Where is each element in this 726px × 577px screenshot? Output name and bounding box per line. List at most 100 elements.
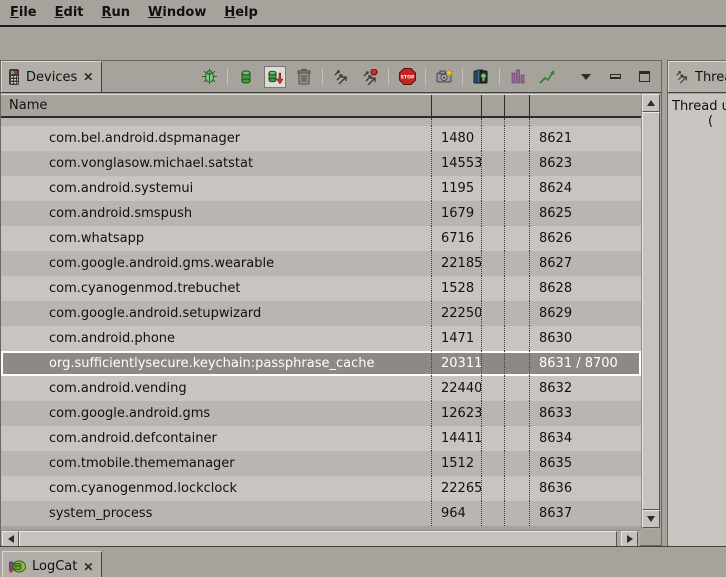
process-name: com.tmobile.thememanager: [1, 451, 431, 476]
process-status-1: [481, 501, 504, 526]
process-pid: 22440: [431, 376, 481, 401]
process-port: 8625: [529, 201, 641, 226]
screen-capture-camera-icon[interactable]: [433, 66, 455, 88]
toolbar-separator: [425, 68, 426, 85]
table-row[interactable]: com.android.systemui11958624: [1, 176, 641, 201]
process-pid: 964: [431, 501, 481, 526]
reset-adb-phone-icon[interactable]: [470, 66, 492, 88]
process-port: 8628: [529, 276, 641, 301]
logcat-view-strip: LogCat ✕: [0, 546, 726, 577]
table-row[interactable]: com.android.phone14718630: [1, 326, 641, 351]
process-status-2: [504, 226, 529, 251]
table-row[interactable]: com.cyanogenmod.trebuchet15288628: [1, 276, 641, 301]
menu-window[interactable]: Window: [148, 5, 206, 20]
vertical-scroll-thumb[interactable]: [642, 112, 660, 510]
svg-text:STOP: STOP: [400, 74, 414, 80]
process-status-1: [481, 376, 504, 401]
table-row-selected[interactable]: org.sufficientlysecure.keychain:passphra…: [1, 351, 641, 376]
close-icon[interactable]: ✕: [83, 71, 93, 83]
column-header-status2[interactable]: [504, 95, 529, 116]
stop-process-icon[interactable]: STOP: [396, 66, 418, 88]
process-status-2: [504, 276, 529, 301]
menu-file[interactable]: File: [10, 5, 37, 20]
scroll-right-button[interactable]: [621, 531, 638, 547]
process-port: 8634: [529, 426, 641, 451]
scroll-down-button[interactable]: [642, 510, 660, 528]
horizontal-scrollbar[interactable]: [2, 530, 640, 547]
table-row[interactable]: com.google.android.gms.wearable221858627: [1, 251, 641, 276]
table-row[interactable]: com.google.android.setupwizard222508629: [1, 301, 641, 326]
table-row[interactable]: com.google.android.gms126238633: [1, 401, 641, 426]
process-status-2: [504, 176, 529, 201]
scroll-left-button[interactable]: [2, 531, 19, 547]
close-icon[interactable]: ✕: [83, 561, 93, 573]
process-port: 8631 / 8700: [529, 351, 641, 376]
menu-help[interactable]: Help: [224, 5, 257, 20]
table-row[interactable]: com.bel.android.dspmanager14808621: [1, 126, 641, 151]
table-row[interactable]: com.tmobile.thememanager15128635: [1, 451, 641, 476]
update-heap-icon[interactable]: [235, 66, 257, 88]
process-status-2: [504, 476, 529, 501]
process-port: 8632: [529, 376, 641, 401]
minimize-icon[interactable]: [604, 66, 626, 88]
threads-message: Thread up (: [668, 94, 726, 546]
process-pid: 1512: [431, 451, 481, 476]
table-row[interactable]: system_process9648637: [1, 501, 641, 526]
table-row[interactable]: com.android.vending224408632: [1, 376, 641, 401]
vertical-scrollbar[interactable]: [641, 94, 660, 529]
tab-logcat[interactable]: LogCat ✕: [2, 551, 102, 577]
table-row[interactable]: com.android.smspush16798625: [1, 201, 641, 226]
table-row-partial: [1, 118, 641, 126]
scroll-up-button[interactable]: [642, 94, 660, 112]
process-status-1: [481, 451, 504, 476]
process-status-2: [504, 201, 529, 226]
opengl-trace-icon[interactable]: [536, 66, 558, 88]
horizontal-scroll-thumb[interactable]: [19, 531, 617, 547]
tab-threads[interactable]: Threads: [668, 61, 726, 92]
table-row[interactable]: com.vonglasow.michael.satstat145538623: [1, 151, 641, 176]
process-pid: 20311: [431, 351, 481, 376]
process-status-1: [481, 251, 504, 276]
process-name: com.android.systemui: [1, 176, 431, 201]
tab-devices[interactable]: Devices ✕: [1, 61, 102, 92]
column-header-pid[interactable]: [431, 95, 481, 116]
process-status-2: [504, 301, 529, 326]
maximize-icon[interactable]: [633, 66, 655, 88]
column-header-status1[interactable]: [481, 95, 504, 116]
devices-tabstrip: Devices ✕: [1, 61, 661, 93]
process-status-1: [481, 151, 504, 176]
process-pid: 1679: [431, 201, 481, 226]
hierarchy-bars-icon[interactable]: [507, 66, 529, 88]
process-pid: 22185: [431, 251, 481, 276]
process-status-1: [481, 401, 504, 426]
column-header-name[interactable]: Name: [1, 95, 431, 116]
column-header-port[interactable]: [529, 95, 641, 116]
update-threads-icon[interactable]: [330, 66, 352, 88]
devices-toolbar: STOP: [198, 61, 655, 92]
menu-run[interactable]: Run: [102, 5, 131, 20]
process-status-1: [481, 426, 504, 451]
table-row[interactable]: com.cyanogenmod.lockclock222658636: [1, 476, 641, 501]
threads-icon: [675, 70, 689, 84]
process-port: 8636: [529, 476, 641, 501]
toolbar-separator: [462, 68, 463, 85]
menu-edit[interactable]: Edit: [55, 5, 84, 20]
process-pid: 12623: [431, 401, 481, 426]
debug-attach-icon[interactable]: [198, 66, 220, 88]
toolbar-separator: [499, 68, 500, 85]
process-port: 8630: [529, 326, 641, 351]
table-row[interactable]: com.android.defcontainer144118634: [1, 426, 641, 451]
process-rows: com.bel.android.dspmanager14808621com.vo…: [1, 118, 641, 529]
table-header: Name: [1, 94, 641, 118]
process-status-2: [504, 376, 529, 401]
threads-view: Threads Thread up (: [667, 60, 726, 546]
process-port: 8637: [529, 501, 641, 526]
process-pid: 22265: [431, 476, 481, 501]
cause-gc-trash-icon[interactable]: [293, 66, 315, 88]
process-status-1: [481, 301, 504, 326]
view-menu-icon[interactable]: [575, 66, 597, 88]
start-method-profiling-icon[interactable]: [359, 66, 381, 88]
dump-hprof-icon[interactable]: [264, 66, 286, 88]
table-row[interactable]: com.whatsapp67168626: [1, 226, 641, 251]
process-status-1: [481, 226, 504, 251]
